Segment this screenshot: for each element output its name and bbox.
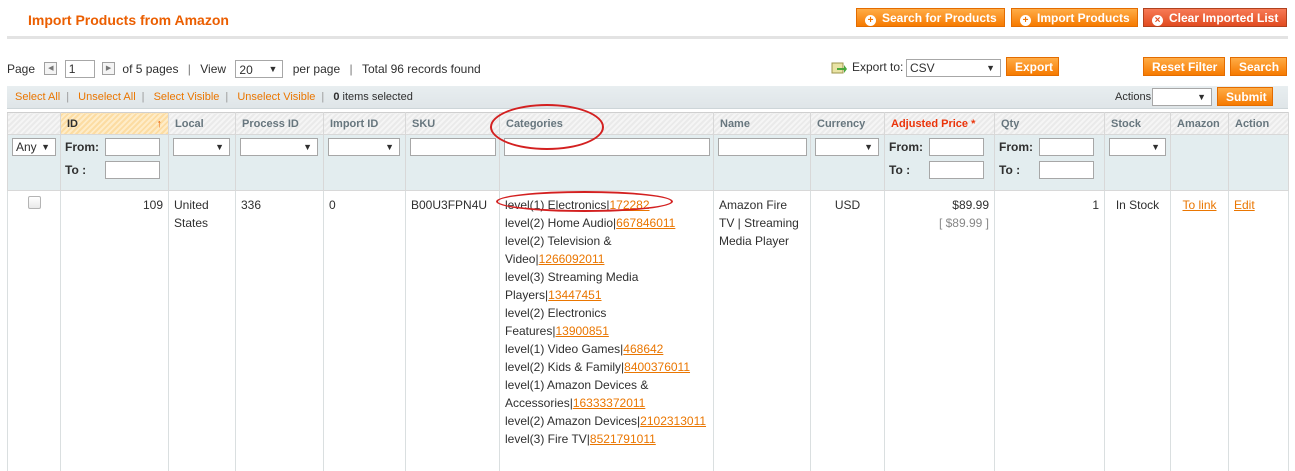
table-row: 109 United States 336 0 B00U3FPN4U level…: [8, 191, 1289, 471]
amazon-link[interactable]: To link: [1182, 198, 1216, 212]
page-title: Import Products from Amazon: [28, 12, 229, 28]
prev-page-icon[interactable]: ◀: [44, 62, 57, 75]
reset-filter-button[interactable]: Reset Filter: [1143, 57, 1225, 76]
category-link[interactable]: 13900851: [555, 324, 608, 338]
category-link[interactable]: 2102313011: [640, 414, 706, 428]
col-qty[interactable]: Qty: [995, 113, 1105, 135]
per-page-select[interactable]: 20▼: [235, 60, 283, 78]
currency-filter-select[interactable]: ▼: [815, 138, 879, 156]
col-action: Action: [1229, 113, 1289, 135]
category-entry: level(2) Home Audio|667846011: [505, 214, 708, 232]
selected-count: 0: [333, 91, 339, 103]
cell-name: Amazon Fire TV | Streaming Media Player: [714, 191, 811, 471]
next-page-icon[interactable]: ▶: [102, 62, 115, 75]
actions-select[interactable]: ▼: [1152, 88, 1212, 106]
page-input[interactable]: 1: [65, 60, 95, 78]
import-id-filter-select[interactable]: ▼: [328, 138, 400, 156]
category-link[interactable]: 667846011: [616, 216, 675, 230]
cell-price: $89.99 [ $89.99 ]: [885, 191, 995, 471]
sku-filter-input[interactable]: [410, 138, 496, 156]
total-records: Total 96 records found: [362, 62, 481, 76]
category-entry: level(2) Television & Video|1266092011: [505, 232, 708, 268]
products-grid: ID↑ Local Process ID Import ID SKU Categ…: [7, 112, 1289, 471]
process-id-filter-select[interactable]: ▼: [240, 138, 318, 156]
category-entry: level(2) Electronics Features|13900851: [505, 304, 708, 340]
plus-icon: +: [1020, 15, 1031, 26]
header-divider: [7, 36, 1288, 39]
id-to-input[interactable]: [105, 161, 160, 179]
category-link[interactable]: 13447451: [548, 288, 601, 302]
price-from-input[interactable]: [929, 138, 984, 156]
massaction-filter-select[interactable]: Any▼: [12, 138, 56, 156]
col-adjusted-price[interactable]: Adjusted Price *: [885, 113, 995, 135]
select-all-link[interactable]: Select All: [15, 91, 60, 103]
cell-id: 109: [61, 191, 169, 471]
col-import-id[interactable]: Import ID: [324, 113, 406, 135]
unselect-all-link[interactable]: Unselect All: [78, 91, 135, 103]
cell-local: United States: [169, 191, 236, 471]
search-for-products-button[interactable]: +Search for Products: [856, 8, 1005, 27]
close-icon: ×: [1152, 15, 1163, 26]
category-entry: level(3) Fire TV|8521791011: [505, 430, 708, 448]
page-header: Import Products from Amazon +Search for …: [0, 0, 1295, 40]
cell-currency: USD: [811, 191, 885, 471]
select-visible-link[interactable]: Select Visible: [154, 91, 220, 103]
category-link[interactable]: 468642: [623, 342, 663, 356]
category-link[interactable]: 8400376011: [624, 360, 690, 374]
id-from-input[interactable]: [105, 138, 160, 156]
clear-imported-list-button[interactable]: ×Clear Imported List: [1143, 8, 1287, 27]
qty-from-input[interactable]: [1039, 138, 1094, 156]
row-checkbox[interactable]: [28, 196, 41, 209]
annotation-oval: [490, 104, 604, 150]
qty-to-input[interactable]: [1039, 161, 1094, 179]
local-filter-select[interactable]: ▼: [173, 138, 230, 156]
category-entry: level(1) Amazon Devices & Accessories|16…: [505, 376, 708, 412]
cell-process-id: 336: [236, 191, 324, 471]
name-filter-input[interactable]: [718, 138, 807, 156]
export-label: Export to:: [852, 59, 903, 75]
cell-stock: In Stock: [1105, 191, 1171, 471]
chevron-down-icon: ▼: [268, 61, 277, 77]
stock-filter-select[interactable]: ▼: [1109, 138, 1166, 156]
category-entry: level(2) Amazon Devices|2102313011: [505, 412, 708, 430]
col-massaction: [8, 113, 61, 135]
category-link[interactable]: 1266092011: [539, 252, 605, 266]
col-amazon: Amazon: [1171, 113, 1229, 135]
col-process-id[interactable]: Process ID: [236, 113, 324, 135]
search-button[interactable]: Search: [1230, 57, 1287, 76]
unselect-visible-link[interactable]: Unselect Visible: [237, 91, 315, 103]
submit-button[interactable]: Submit: [1217, 87, 1273, 106]
col-name[interactable]: Name: [714, 113, 811, 135]
cell-qty: 1: [995, 191, 1105, 471]
plus-icon: +: [865, 15, 876, 26]
pager: Page ◀ 1 ▶ of 5 pages | View 20▼ per pag…: [7, 58, 481, 78]
col-id[interactable]: ID↑: [61, 113, 169, 135]
sort-asc-icon: ↑: [157, 118, 163, 130]
import-products-button[interactable]: +Import Products: [1011, 8, 1138, 27]
col-currency[interactable]: Currency: [811, 113, 885, 135]
chevron-down-icon: ▼: [1197, 89, 1206, 105]
cell-import-id: 0: [324, 191, 406, 471]
chevron-down-icon: ▼: [986, 60, 995, 76]
annotation-oval: [496, 191, 673, 212]
category-entry: level(2) Kids & Family|8400376011: [505, 358, 708, 376]
massaction-bar: Select All| Unselect All| Select Visible…: [7, 86, 1288, 109]
col-local[interactable]: Local: [169, 113, 236, 135]
edit-link[interactable]: Edit: [1234, 198, 1255, 212]
category-link[interactable]: 8521791011: [590, 432, 656, 446]
price-to-input[interactable]: [929, 161, 984, 179]
cell-categories: level(1) Electronics|172282 level(2) Hom…: [500, 191, 714, 471]
export-button[interactable]: Export: [1006, 57, 1059, 76]
cell-sku: B00U3FPN4U: [406, 191, 500, 471]
col-sku[interactable]: SKU: [406, 113, 500, 135]
category-link[interactable]: 16333372011: [573, 396, 646, 410]
export-icon: [831, 60, 847, 74]
category-entry: level(1) Video Games|468642: [505, 340, 708, 358]
category-entry: level(3) Streaming Media Players|1344745…: [505, 268, 708, 304]
export-format-select[interactable]: CSV▼: [906, 59, 1001, 77]
col-stock[interactable]: Stock: [1105, 113, 1171, 135]
filter-row: Any▼ From: To : ▼ ▼ ▼ ▼ From: To : From:…: [8, 135, 1289, 191]
